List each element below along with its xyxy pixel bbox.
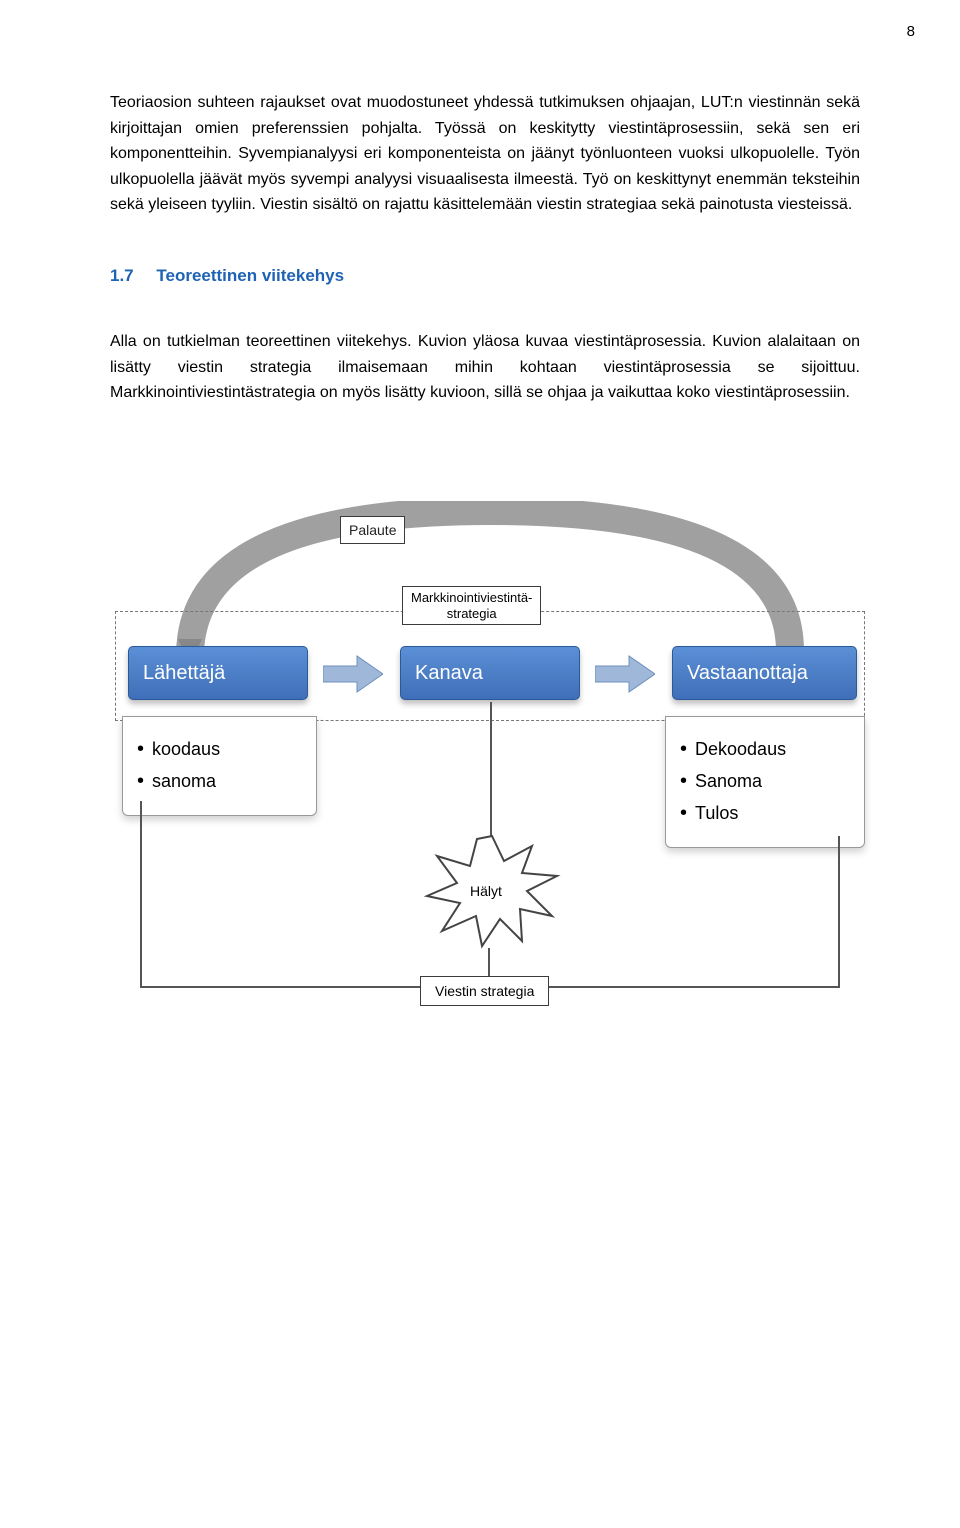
page-number: 8 bbox=[907, 20, 915, 44]
node-sender-label: Lähettäjä bbox=[143, 657, 225, 689]
connector-line-right bbox=[838, 836, 840, 988]
node-channel-label: Kanava bbox=[415, 657, 483, 689]
node-sender: Lähettäjä bbox=[128, 646, 308, 700]
arrow-right-icon bbox=[323, 654, 383, 694]
sender-bullets: koodaus sanoma bbox=[122, 716, 317, 816]
body-paragraph-2: Alla on tutkielman teoreettinen viitekeh… bbox=[110, 329, 860, 406]
strategy-line2: strategia bbox=[447, 606, 497, 621]
node-receiver-label: Vastaanottaja bbox=[687, 657, 808, 689]
node-receiver: Vastaanottaja bbox=[672, 646, 857, 700]
message-strategy-label: Viestin strategia bbox=[420, 976, 549, 1006]
marketing-strategy-label: Markkinointiviestintä- strategia bbox=[402, 586, 541, 625]
feedback-label: Palaute bbox=[340, 516, 405, 544]
arrow-right-icon bbox=[595, 654, 655, 694]
node-channel: Kanava bbox=[400, 646, 580, 700]
section-number: 1.7 bbox=[110, 266, 134, 285]
bullet-item: sanoma bbox=[137, 765, 302, 797]
connector-line-left bbox=[140, 801, 142, 988]
bullet-item: Dekoodaus bbox=[680, 733, 850, 765]
bullet-item: koodaus bbox=[137, 733, 302, 765]
section-heading: 1.7 Teoreettinen viitekehys bbox=[110, 262, 860, 289]
bullet-item: Sanoma bbox=[680, 765, 850, 797]
body-paragraph-1: Teoriaosion suhteen rajaukset ovat muodo… bbox=[110, 90, 860, 218]
strategy-line1: Markkinointiviestintä- bbox=[411, 590, 532, 605]
receiver-bullets: Dekoodaus Sanoma Tulos bbox=[665, 716, 865, 848]
noise-label: Hälyt bbox=[470, 880, 502, 902]
section-title: Teoreettinen viitekehys bbox=[156, 266, 344, 285]
bullet-item: Tulos bbox=[680, 797, 850, 829]
framework-diagram: Palaute Markkinointiviestintä- strategia… bbox=[110, 466, 870, 996]
